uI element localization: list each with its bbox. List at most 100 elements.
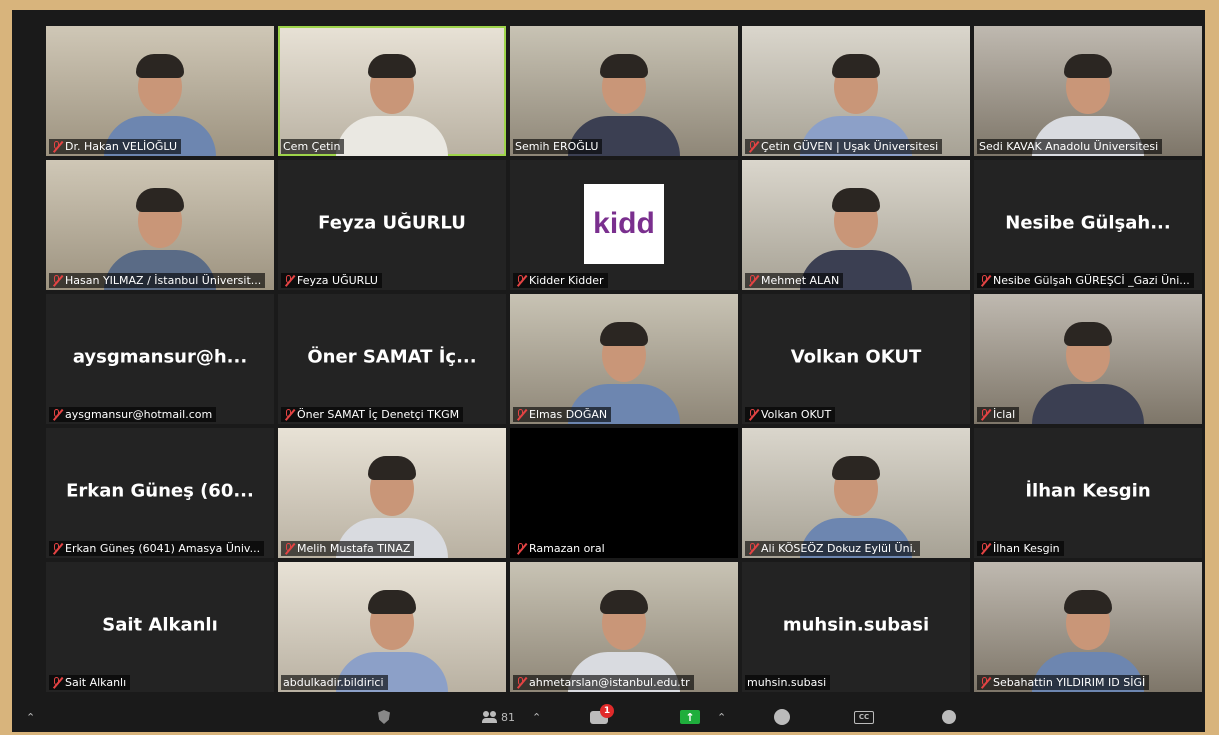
participant-tile[interactable]: Sebahattin YILDIRIM ID SİGİ [974, 562, 1202, 692]
chat-button[interactable]: 1 [590, 703, 614, 726]
participant-name-label: muhsin.subasi [745, 675, 831, 690]
mic-muted-icon [51, 274, 62, 287]
participant-name: Öner SAMAT İç Denetçi TKGM [297, 408, 460, 421]
participant-tile[interactable]: Ramazan oral [510, 428, 738, 558]
participant-name-label: Öner SAMAT İç Denetçi TKGM [281, 407, 464, 422]
participant-tile[interactable]: Feyza UĞURLU Feyza UĞURLU [278, 160, 506, 290]
share-screen-button[interactable]: ↑ ⌃ [680, 708, 726, 726]
participant-name: Elmas DOĞAN [529, 408, 608, 421]
reactions-button[interactable] [942, 708, 956, 726]
mic-muted-icon [283, 274, 294, 287]
participant-tile[interactable]: Ali KÖSEÖZ Dokuz Eylül Üni. [742, 428, 970, 558]
participant-tile[interactable]: abdulkadir.bildirici [278, 562, 506, 692]
mic-muted-icon [979, 408, 990, 421]
participant-tile[interactable]: Mehmet ALAN [742, 160, 970, 290]
participant-name: Nesibe Gülşah GÜREŞCİ _Gazi Üni... [993, 274, 1190, 287]
participant-name-label: Dr. Hakan VELİOĞLU [49, 139, 182, 154]
participant-name-label: Semih EROĞLU [513, 139, 603, 154]
participant-name: Erkan Güneş (6041) Amasya Üniv... [65, 542, 261, 555]
reactions-icon [942, 710, 956, 724]
participant-name: Ramazan oral [529, 542, 605, 555]
mic-muted-icon [515, 542, 526, 555]
participant-name-label: aysgmansur@hotmail.com [49, 407, 217, 422]
participant-name: Sedi KAVAK Anadolu Üniversitesi [979, 140, 1159, 153]
participant-name-label: Elmas DOĞAN [513, 407, 612, 422]
participant-tile[interactable]: ahmetarslan@istanbul.edu.tr [510, 562, 738, 692]
mic-muted-icon [515, 676, 526, 689]
mic-muted-icon [747, 274, 758, 287]
video-gallery: Dr. Hakan VELİOĞLU Cem Çetin Semih EROĞLU Ç… [46, 26, 1202, 692]
mic-muted-icon [51, 542, 62, 555]
participant-display-name: Nesibe Gülşah... [1005, 212, 1171, 234]
participant-tile[interactable]: Çetin GÜVEN | Uşak Üniversitesi [742, 26, 970, 156]
mic-muted-icon [747, 140, 758, 153]
participant-name-label: ahmetarslan@istanbul.edu.tr [513, 675, 694, 690]
participant-display-name: Öner SAMAT İç... [307, 346, 477, 368]
chevron-up-icon[interactable]: ⌃ [26, 708, 35, 726]
chat-badge: 1 [600, 703, 614, 718]
participant-name: muhsin.subasi [747, 676, 827, 689]
participant-tile[interactable]: Sait Alkanlı Sait Alkanlı [46, 562, 274, 692]
mic-muted-icon [979, 676, 990, 689]
participant-tile[interactable]: Cem Çetin [278, 26, 506, 156]
participant-tile[interactable]: Dr. Hakan VELİOĞLU [46, 26, 274, 156]
mic-muted-icon [51, 140, 62, 153]
participant-name: Ali KÖSEÖZ Dokuz Eylül Üni. [761, 542, 917, 555]
participant-display-name: muhsin.subasi [782, 614, 930, 636]
participant-tile[interactable]: muhsin.subasi muhsin.subasi [742, 562, 970, 692]
participant-name-label: Feyza UĞURLU [281, 273, 382, 288]
participant-name-label: Erkan Güneş (6041) Amasya Üniv... [49, 541, 265, 556]
chevron-up-icon[interactable]: ⌃ [717, 711, 726, 724]
participant-name: abdulkadir.bildirici [283, 676, 384, 689]
meeting-toolbar: ⌃ 81 ⌃ 1 ↑ ⌃ CC [12, 702, 1205, 732]
participant-tile[interactable]: kidd Kidder Kidder [510, 160, 738, 290]
mic-muted-icon [515, 274, 526, 287]
participant-name: Mehmet ALAN [761, 274, 840, 287]
participant-name: aysgmansur@hotmail.com [65, 408, 213, 421]
participant-name-label: Sait Alkanlı [49, 675, 131, 690]
participant-tile[interactable]: Nesibe Gülşah... Nesibe Gülşah GÜREŞCİ _G… [974, 160, 1202, 290]
participant-tile[interactable]: Öner SAMAT İç... Öner SAMAT İç Denetçi TK… [278, 294, 506, 424]
participant-tile[interactable]: Volkan OKUT Volkan OKUT [742, 294, 970, 424]
mic-muted-icon [283, 542, 294, 555]
participant-name-label: İclal [977, 407, 1020, 422]
participant-tile[interactable]: Elmas DOĞAN [510, 294, 738, 424]
participant-tile[interactable]: Semih EROĞLU [510, 26, 738, 156]
participant-name: Kidder Kidder [529, 274, 604, 287]
participant-name-label: Sedi KAVAK Anadolu Üniversitesi [977, 139, 1163, 154]
participants-icon [482, 711, 498, 723]
participant-name-label: Ramazan oral [513, 541, 609, 556]
participant-tile[interactable]: İlhan Kesgin İlhan Kesgin [974, 428, 1202, 558]
participant-name: Hasan YILMAZ / İstanbul Üniversit... [65, 274, 262, 287]
participant-tile[interactable]: İclal [974, 294, 1202, 424]
captions-button[interactable]: CC [854, 708, 874, 726]
security-button[interactable] [378, 708, 390, 726]
record-button[interactable] [774, 708, 790, 726]
participant-name-label: Ali KÖSEÖZ Dokuz Eylül Üni. [745, 541, 921, 556]
cc-icon: CC [854, 710, 874, 724]
participant-name: Cem Çetin [283, 140, 341, 153]
participant-tile[interactable]: aysgmansur@h... aysgmansur@hotmail.com [46, 294, 274, 424]
participant-tile[interactable]: Sedi KAVAK Anadolu Üniversitesi [974, 26, 1202, 156]
participant-tile[interactable]: Erkan Güneş (60... Erkan Güneş (6041) Ama… [46, 428, 274, 558]
chat-icon: 1 [590, 703, 614, 724]
mic-muted-icon [979, 274, 990, 287]
participant-name-label: İlhan Kesgin [977, 541, 1064, 556]
participant-name: İclal [993, 408, 1016, 421]
participant-name-label: Kidder Kidder [513, 273, 608, 288]
participant-name: Melih Mustafa TINAZ [297, 542, 411, 555]
participant-name: Feyza UĞURLU [297, 274, 378, 287]
participant-name-label: abdulkadir.bildirici [281, 675, 388, 690]
participant-display-name: Sait Alkanlı [102, 614, 218, 636]
participant-tile[interactable]: Hasan YILMAZ / İstanbul Üniversit... [46, 160, 274, 290]
participant-video [1028, 314, 1148, 424]
chevron-up-icon[interactable]: ⌃ [532, 711, 541, 724]
participant-tile[interactable]: Melih Mustafa TINAZ [278, 428, 506, 558]
participants-button[interactable]: 81 ⌃ [482, 708, 541, 726]
participants-count: 81 [501, 710, 515, 724]
participant-display-name: İlhan Kesgin [1025, 480, 1151, 502]
participant-video [332, 46, 452, 156]
participant-name-label: Melih Mustafa TINAZ [281, 541, 415, 556]
participant-name: Çetin GÜVEN | Uşak Üniversitesi [761, 140, 939, 153]
participant-name-label: Çetin GÜVEN | Uşak Üniversitesi [745, 139, 943, 154]
